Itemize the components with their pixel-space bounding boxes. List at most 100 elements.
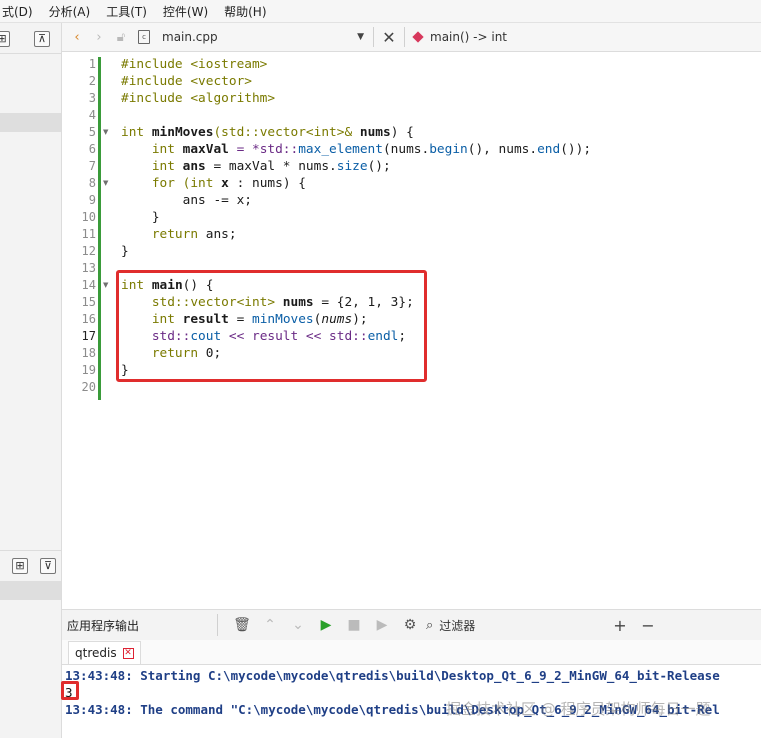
code-token: ();: [367, 159, 391, 174]
code-token: = *std::: [228, 142, 299, 157]
sidebar-selected-item[interactable]: [0, 113, 61, 132]
sidebar-divider: [0, 53, 61, 54]
code-token: x: [221, 176, 229, 191]
function-name: main() -> int: [430, 30, 508, 44]
function-selector[interactable]: main() -> int: [412, 30, 508, 44]
highlight-box-main-function: [116, 270, 427, 382]
toolbar-divider: [404, 27, 405, 47]
fold-toggle-icon[interactable]: ▼: [103, 175, 111, 192]
filter-input[interactable]: ⌕ 过滤器: [426, 617, 606, 634]
line-number: 7: [88, 159, 96, 173]
forward-arrow-icon[interactable]: ›: [88, 30, 110, 45]
trash-icon[interactable]: 🗑︎: [228, 617, 256, 633]
close-icon[interactable]: ✕: [122, 647, 134, 659]
add-icon[interactable]: +: [606, 616, 634, 635]
code-token: #include <iostream>: [121, 57, 268, 72]
toolbar-divider: [373, 27, 374, 47]
chevron-down-icon[interactable]: ⌄: [284, 617, 312, 633]
sidebar-top-toolbar: ⊞ ⊼: [0, 25, 61, 52]
output-pane-header: 应用程序输出 🗑︎ ⌃ ⌄ ▶ ■ ▶ ⚙ ⌕ 过滤器 + −: [62, 609, 761, 641]
line-number: 10: [81, 210, 96, 224]
code-token: #include <vector>: [121, 74, 252, 89]
code-token: for: [121, 176, 183, 191]
line-number: 16: [81, 312, 96, 326]
back-arrow-icon[interactable]: ‹: [66, 30, 88, 45]
file-selector[interactable]: c main.cpp ▼: [138, 26, 370, 48]
code-token: ans: [182, 159, 206, 174]
lock-icon[interactable]: 🔓︎: [110, 30, 132, 45]
line-number: 18: [81, 346, 96, 360]
collapse-icon[interactable]: ⊼: [34, 30, 50, 47]
code-token: (int: [182, 176, 222, 191]
split-icon[interactable]: ⊞: [0, 30, 10, 47]
code-line: }: [121, 243, 129, 260]
code-token: return: [121, 227, 206, 242]
code-line: for (int x : nums) {: [121, 175, 306, 192]
line-number: 3: [88, 91, 96, 105]
code-token: #include <algorithm>: [121, 91, 276, 106]
minus-icon[interactable]: −: [634, 616, 662, 635]
line-number: 14: [81, 278, 96, 292]
tab-qtredis[interactable]: qtredis ✕: [68, 641, 141, 664]
stop-icon[interactable]: ■: [340, 617, 368, 633]
line-number: 17: [81, 329, 96, 343]
code-token: int: [121, 159, 183, 174]
code-line: }: [121, 209, 160, 226]
code-line: return ans;: [121, 226, 237, 243]
code-token: max_element: [298, 142, 383, 157]
line-number: 9: [88, 193, 96, 207]
menu-item-analyze[interactable]: 分析(A): [41, 3, 99, 20]
close-icon[interactable]: ✕: [377, 28, 401, 47]
code-line: int maxVal = *std::max_element(nums.begi…: [121, 141, 591, 158]
menu-item-controls[interactable]: 控件(W): [155, 3, 216, 20]
diamond-icon: [412, 31, 424, 43]
debug-run-icon[interactable]: ▶: [368, 617, 396, 633]
sidebar-selected-item[interactable]: [0, 581, 61, 600]
qt-creator-window: 式(D) 分析(A) 工具(T) 控件(W) 帮助(H) ⊞ ⊼ ⊞ ⊽ ‹ ›…: [0, 0, 761, 738]
sidebar-bottom-toolbar: ⊞ ⊽: [0, 552, 61, 579]
line-number: 6: [88, 142, 96, 156]
output-line: 13:43:48: Starting C:\mycode\mycode\qtre…: [65, 668, 720, 683]
output-tabs: qtredis ✕: [62, 640, 761, 665]
gear-icon[interactable]: ⚙: [396, 617, 424, 633]
code-line: #include <vector>: [121, 73, 252, 90]
code-line: ans -= x;: [121, 192, 252, 209]
code-token: maxVal: [182, 142, 229, 157]
line-number: 8: [88, 176, 96, 190]
editor-toolbar: ‹ › 🔓︎ c main.cpp ▼ ✕ main() -> int: [62, 23, 761, 52]
line-number-gutter: 1 2 3 4 5 6 7 8 9 10 11 12 13 14 15 16 17 18 19 20: [62, 52, 98, 608]
code-token: ans -= x;: [121, 193, 252, 208]
output-pane-title: 应用程序输出: [67, 618, 140, 633]
expand-icon[interactable]: ⊽: [40, 557, 56, 574]
chevron-up-icon[interactable]: ⌃: [256, 617, 284, 633]
line-number: 2: [88, 74, 96, 88]
run-icon[interactable]: ▶: [312, 617, 340, 633]
menu-item-help[interactable]: 帮助(H): [216, 3, 274, 20]
line-number: 20: [81, 380, 96, 394]
code-token: minMoves: [151, 125, 214, 140]
line-number: 4: [88, 108, 96, 122]
menu-bar: 式(D) 分析(A) 工具(T) 控件(W) 帮助(H): [0, 0, 761, 23]
toolbar-divider: [217, 614, 218, 636]
code-token: nums: [359, 125, 391, 140]
fold-toggle-icon[interactable]: ▼: [103, 277, 111, 294]
line-number: 1: [88, 57, 96, 71]
code-token: ans;: [205, 227, 237, 242]
line-number: 12: [81, 244, 96, 258]
menu-item-debug[interactable]: 式(D): [0, 3, 41, 20]
menu-item-tools[interactable]: 工具(T): [98, 3, 155, 20]
file-icon: c: [138, 30, 150, 44]
line-number: 5: [88, 125, 96, 139]
code-line: int ans = maxVal * nums.size();: [121, 158, 391, 175]
line-number: 19: [81, 363, 96, 377]
code-token: (), nums.: [467, 142, 538, 157]
split-icon[interactable]: ⊞: [12, 557, 28, 574]
code-token: size: [336, 159, 368, 174]
fold-toggle-icon[interactable]: ▼: [103, 124, 111, 141]
highlight-box-result: [61, 681, 79, 700]
sidebar-divider: [0, 550, 61, 551]
left-sidebar: ⊞ ⊼ ⊞ ⊽: [0, 23, 62, 738]
change-marker-bar: [98, 57, 101, 400]
code-token: int: [121, 142, 183, 157]
code-token: = maxVal * nums.: [205, 159, 337, 174]
